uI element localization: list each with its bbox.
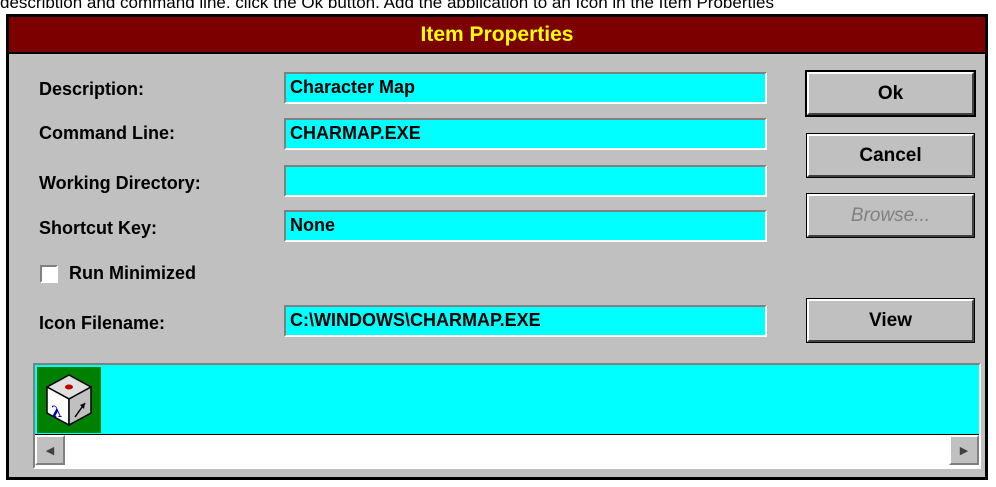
cancel-button[interactable]: Cancel — [806, 133, 975, 178]
view-button[interactable]: View — [806, 298, 975, 343]
scroll-right-button[interactable]: ▶ — [949, 435, 979, 465]
command-line-label: Command Line: — [39, 123, 175, 144]
scroll-left-button[interactable]: ◀ — [35, 435, 65, 465]
description-label-text: Description: — [39, 79, 145, 99]
selected-icon-cell[interactable]: λ — [37, 367, 101, 433]
icon-filename-label: Icon Filename: — [39, 313, 165, 334]
working-directory-field[interactable] — [284, 165, 767, 197]
icon-filename-field[interactable]: C:\WINDOWS\CHARMAP.EXE — [284, 305, 767, 337]
ok-button-label: Ok — [877, 82, 904, 104]
run-minimized-checkbox[interactable] — [40, 265, 58, 283]
working-directory-label-text: Working Directory: — [39, 173, 201, 193]
command-line-label-text: Command Line: — [39, 123, 176, 143]
cancel-button-label: Cancel — [859, 144, 922, 166]
browse-button-label: Browse... — [850, 204, 931, 226]
background-text-strip: description and command line, click the … — [0, 0, 996, 8]
item-properties-dialog: Item Properties Description: Character M… — [6, 14, 988, 480]
description-label: Description: — [39, 79, 144, 100]
description-field[interactable]: Character Map — [284, 72, 767, 104]
view-button-label: View — [869, 309, 912, 331]
shortcut-key-label: Shortcut Key: — [39, 218, 157, 239]
horizontal-scrollbar[interactable]: ◀ ▶ — [35, 434, 979, 467]
dialog-title: Item Properties — [9, 17, 985, 54]
run-minimized-label[interactable]: Run Minimized — [69, 263, 196, 284]
charmap-icon: λ — [45, 374, 93, 427]
svg-text:λ: λ — [51, 402, 62, 421]
shortcut-key-field[interactable]: None — [284, 210, 767, 242]
description-value: Character Map — [290, 77, 416, 97]
icon-list[interactable]: λ ◀ ▶ — [33, 363, 981, 469]
command-line-value: CHARMAP.EXE — [290, 123, 421, 143]
run-minimized-label-text: Run Minimized — [69, 263, 196, 283]
icon-filename-value: C:\WINDOWS\CHARMAP.EXE — [290, 310, 541, 330]
scroll-left-arrow-icon: ◀ — [45, 444, 55, 457]
command-line-field[interactable]: CHARMAP.EXE — [284, 118, 767, 150]
scroll-right-arrow-icon: ▶ — [959, 444, 969, 457]
browse-button[interactable]: Browse... — [806, 193, 975, 238]
working-directory-label: Working Directory: — [39, 173, 201, 194]
icon-filename-label-text: Icon Filename: — [39, 313, 166, 333]
shortcut-key-value: None — [290, 215, 335, 235]
ok-button[interactable]: Ok — [805, 70, 976, 117]
shortcut-key-label-text: Shortcut Key: — [39, 218, 158, 238]
